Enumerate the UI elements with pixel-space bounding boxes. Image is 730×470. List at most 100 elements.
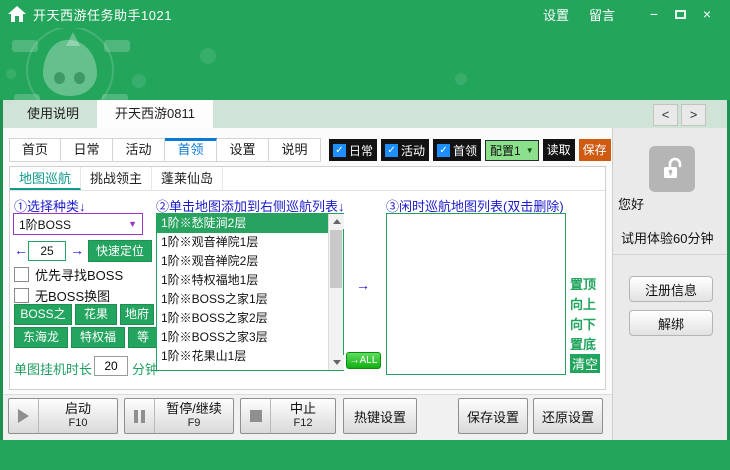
list-item[interactable]: 1阶※观音禅院1层 (157, 233, 328, 252)
tab-activity[interactable]: 活动 (113, 138, 165, 162)
list-item[interactable]: 1阶※特权福地1层 (157, 271, 328, 290)
list-item[interactable]: 1阶※花果山1层 (157, 347, 328, 366)
cruise-target-list[interactable] (386, 213, 566, 375)
map-source-list[interactable]: 1阶※愁陡涧2层 1阶※观音禅院1层 1阶※观音禅院2层 1阶※特权福地1层 1… (156, 213, 344, 371)
config-select-value: 配置1 (490, 142, 521, 159)
chevron-down-icon: ▼ (526, 146, 534, 155)
config-select[interactable]: 配置1 ▼ (485, 140, 539, 161)
transfer-arrow-icon: → (356, 277, 370, 293)
find-boss-label: 优先寻找BOSS (35, 265, 123, 284)
checkbox-unchecked-icon[interactable] (14, 267, 29, 282)
tab-scroll-right-button[interactable]: > (681, 104, 706, 126)
category-select[interactable]: 1阶BOSS ▼ (13, 213, 143, 235)
titlebar-right: 设置 留言 − × (543, 5, 718, 24)
read-config-button[interactable]: 读取 (543, 139, 575, 161)
minimize-icon[interactable]: − (643, 6, 665, 22)
tab-daily[interactable]: 日常 (61, 138, 113, 162)
boss-page: 地图巡航 挑战领主 蓬莱仙岛 ①选择种类↓ ②单击地图添加到右侧巡航列表↓ ③闲… (9, 166, 606, 390)
page-number-input[interactable] (28, 241, 66, 261)
pause-resume-button[interactable]: 暂停/继续 F9 (124, 398, 234, 434)
save-config-button[interactable]: 保存 (579, 139, 611, 161)
map-huaguoshan-button[interactable]: 花果山 (75, 304, 117, 325)
message-menu-button[interactable]: 留言 (589, 5, 615, 24)
daily-toggle[interactable]: ✓ 日常 (329, 139, 377, 161)
scroll-down-icon[interactable] (329, 355, 344, 370)
list-item[interactable]: 1阶※观音禅院2层 (157, 252, 328, 271)
map-boss-home-button[interactable]: BOSS之家 (14, 304, 72, 325)
play-icon (9, 399, 39, 433)
map-category-row-2: 东海龙宫 特权福地 等级 (14, 327, 158, 348)
menu-row: 首页 日常 活动 首领 设置 说明 ✓ 日常 ✓ 活动 ✓ 首领 (9, 138, 611, 162)
subtab-map-cruise[interactable]: 地图巡航 (10, 167, 81, 190)
activity-toggle[interactable]: ✓ 活动 (381, 139, 429, 161)
map-tequan-button[interactable]: 特权福地 (71, 327, 125, 348)
unbind-button[interactable]: 解绑 (629, 310, 713, 336)
start-button-label: 启动 (65, 401, 91, 416)
account-sidebar: 您好 试用体验60分钟 注册信息 解绑 (612, 128, 727, 440)
stop-button-label: 中止 (290, 401, 316, 416)
map-donghai-button[interactable]: 东海龙宫 (14, 327, 68, 348)
restore-settings-button[interactable]: 还原设置 (533, 398, 603, 434)
tab-settings[interactable]: 设置 (217, 138, 269, 162)
app-home-icon (8, 6, 26, 22)
page-prev-icon[interactable]: ← (14, 242, 28, 258)
no-boss-option[interactable]: 无BOSS换图 (14, 286, 110, 305)
list-item[interactable]: 1阶※BOSS之家3层 (157, 328, 328, 347)
pause-icon (125, 399, 155, 433)
move-down-button[interactable]: 向下 (570, 314, 596, 333)
tab-scroll-left-button[interactable]: < (653, 104, 678, 126)
checkbox-checked-icon[interactable]: ✓ (333, 144, 346, 157)
map-difu-button[interactable]: 地府 (120, 304, 154, 325)
activity-toggle-label: 活动 (401, 142, 425, 159)
greeting-text: 您好 (618, 194, 644, 213)
afk-duration-label: 单图挂机时长 (14, 359, 92, 378)
add-all-button[interactable]: →ALL (346, 352, 381, 369)
quick-locate-button[interactable]: 快速定位 (88, 240, 152, 262)
checkbox-unchecked-icon[interactable] (14, 288, 29, 303)
mascot-logo (12, 28, 132, 100)
start-button[interactable]: 启动 F10 (8, 398, 118, 434)
move-top-button[interactable]: 置顶 (570, 274, 596, 293)
hotkey-settings-button[interactable]: 热键设置 (343, 398, 417, 434)
settings-menu-button[interactable]: 设置 (543, 5, 569, 24)
tab-game-session[interactable]: 开天西游0811 (97, 100, 213, 128)
maximize-icon[interactable] (675, 10, 686, 19)
move-up-button[interactable]: 向上 (570, 294, 596, 313)
quick-toggle-toolbar: ✓ 日常 ✓ 活动 ✓ 首领 配置1 ▼ 读取 保存 (329, 139, 611, 161)
list-item[interactable]: 1阶※BOSS之家2层 (157, 309, 328, 328)
map-category-row-1: BOSS之家 花果山 地府 (14, 304, 154, 325)
afk-duration-input[interactable] (94, 356, 128, 376)
checkbox-checked-icon[interactable]: ✓ (437, 144, 450, 157)
no-boss-label: 无BOSS换图 (35, 286, 110, 305)
move-bottom-button[interactable]: 置底 (570, 334, 596, 353)
app-window: { "window": { "title": "开天西游任务助手1021", "… (0, 0, 730, 470)
page-next-icon[interactable]: → (70, 242, 84, 258)
list-item[interactable]: 1阶※BOSS之家1层 (157, 290, 328, 309)
scrollbar[interactable] (328, 214, 343, 370)
chevron-down-icon: ▼ (128, 219, 137, 229)
stop-button[interactable]: 中止 F12 (240, 398, 336, 434)
save-settings-button[interactable]: 保存设置 (458, 398, 528, 434)
banner (0, 28, 730, 100)
tab-usage-help[interactable]: 使用说明 (9, 100, 97, 128)
subtab-penglai-island[interactable]: 蓬莱仙岛 (152, 167, 223, 190)
map-level-button[interactable]: 等级 (128, 327, 158, 348)
subtab-challenge-lord[interactable]: 挑战领主 (81, 167, 152, 190)
scrollbar-thumb[interactable] (330, 230, 342, 288)
tab-home[interactable]: 首页 (9, 138, 61, 162)
boss-toggle[interactable]: ✓ 首领 (433, 139, 481, 161)
title-bar: 开天西游任务助手1021 设置 留言 − × (0, 0, 730, 28)
register-info-button[interactable]: 注册信息 (629, 276, 713, 302)
clear-list-button[interactable]: 清空 (570, 354, 600, 373)
find-boss-option[interactable]: 优先寻找BOSS (14, 265, 123, 284)
boss-toggle-label: 首领 (453, 142, 477, 159)
tab-boss[interactable]: 首领 (165, 138, 217, 162)
stop-hotkey: F12 (294, 416, 313, 431)
checkbox-checked-icon[interactable]: ✓ (385, 144, 398, 157)
scroll-up-icon[interactable] (329, 214, 344, 229)
list-item[interactable]: 1阶※愁陡涧2层 (157, 214, 328, 233)
map-source-items: 1阶※愁陡涧2层 1阶※观音禅院1层 1阶※观音禅院2层 1阶※特权福地1层 1… (157, 214, 328, 370)
start-hotkey: F10 (69, 416, 88, 431)
close-icon[interactable]: × (696, 6, 718, 22)
tab-instructions[interactable]: 说明 (269, 138, 321, 162)
